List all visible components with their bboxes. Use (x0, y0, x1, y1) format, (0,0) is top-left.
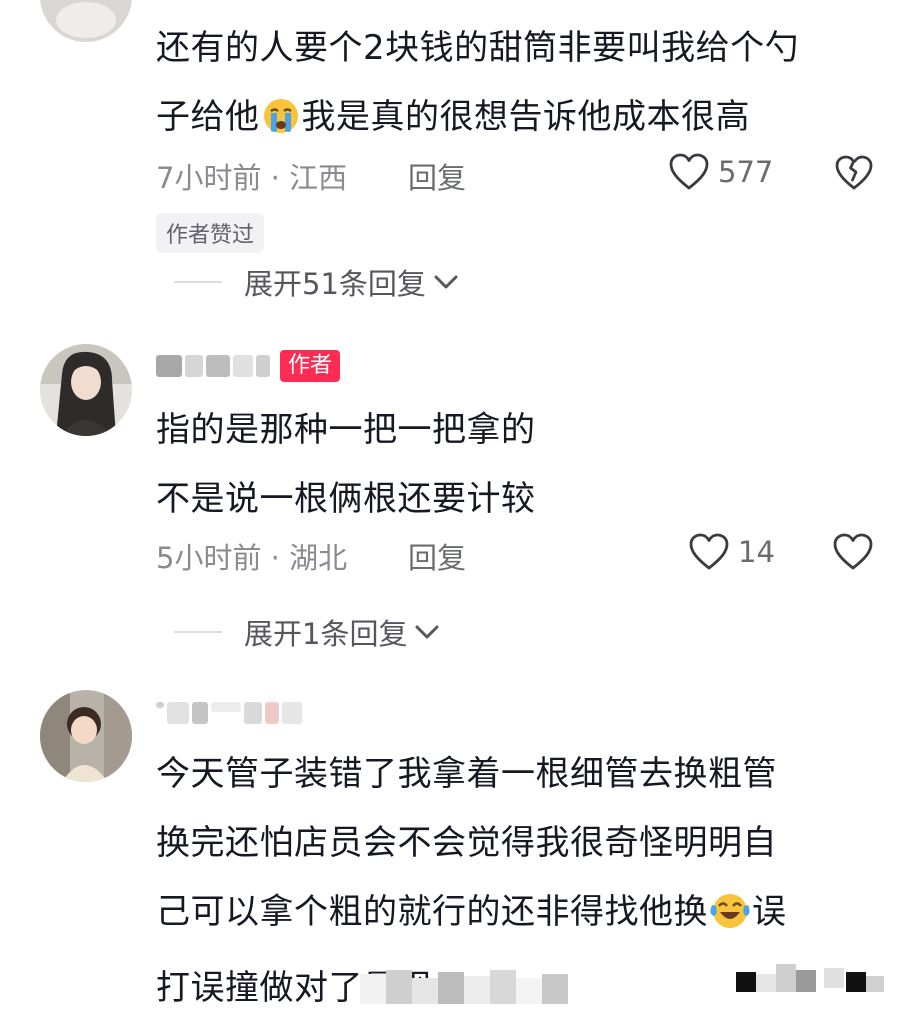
username-row (156, 702, 302, 724)
dislike-button[interactable] (834, 154, 874, 192)
username-pixelated[interactable] (156, 702, 302, 724)
meta-separator: · (261, 541, 290, 575)
like-count: 577 (718, 155, 774, 189)
comment-text: 还有的人要个2块钱的甜筒非要叫我给个勺 子给他 我是真的很想告诉他成本很高 (156, 14, 866, 159)
crying-emoji-icon (262, 90, 300, 159)
comment-text-line: 子给他 (156, 97, 260, 137)
broken-heart-icon (834, 154, 874, 192)
mosaic-watermark (736, 962, 886, 998)
comment-meta: 7小时前 · 江西 (156, 155, 347, 197)
laughing-crying-emoji-icon (710, 885, 750, 954)
comment-text-line: 今天管子装错了我拿着一根细管去换粗管 (156, 754, 777, 794)
reply-button[interactable]: 回复 (408, 155, 466, 197)
author-liked-tag: 作者赞过 (156, 213, 265, 253)
like-count: 14 (738, 535, 775, 569)
comment-text-line: 不是说一根俩根还要计较 (156, 479, 536, 519)
comment-location: 江西 (289, 161, 348, 195)
expand-replies-label: 展开51条回复 (244, 267, 426, 301)
author-badge: 作者 (280, 350, 341, 382)
expand-replies-button[interactable]: 展开1条回复 (174, 611, 441, 653)
heart-outline-icon (832, 532, 874, 572)
expand-replies-label: 展开1条回复 (244, 617, 408, 651)
comment-time: 7小时前 (156, 161, 262, 195)
avatar[interactable] (40, 690, 132, 782)
avatar[interactable] (40, 344, 132, 436)
heart-outline-icon (688, 532, 730, 572)
comment-text-line: 我是真的很想告诉他成本很高 (301, 97, 750, 137)
chevron-down-icon (413, 615, 441, 649)
comment-text-line: 误 (752, 892, 787, 932)
comment-text-line: 己可以拿个粗的就行的还非得找他换 (156, 892, 708, 932)
comment-time: 5小时前 (156, 541, 262, 575)
comment-meta: 5小时前 · 湖北 (156, 535, 347, 577)
dislike-button[interactable] (832, 532, 874, 572)
meta-separator: · (261, 161, 290, 195)
avatar[interactable] (40, 0, 132, 42)
expand-replies-button[interactable]: 展开51条回复 (174, 261, 460, 303)
comment-text-line: 指的是那种一把一把拿的 (156, 410, 536, 450)
username-row: 作者 (156, 350, 341, 382)
chevron-down-icon (432, 265, 460, 299)
reply-button[interactable]: 回复 (408, 535, 466, 577)
comment-text-line: 换完还怕店员会不会觉得我很奇怪明明自 (156, 823, 777, 863)
mosaic-watermark (360, 968, 590, 1008)
like-button[interactable]: 577 (668, 152, 773, 192)
comment-text: 指的是那种一把一把拿的 不是说一根俩根还要计较 (156, 396, 866, 534)
heart-outline-icon (668, 152, 710, 192)
divider-line (174, 281, 222, 283)
divider-line (174, 631, 222, 633)
username-pixelated[interactable] (156, 355, 270, 377)
comment-location: 湖北 (289, 541, 348, 575)
like-button[interactable]: 14 (688, 532, 775, 572)
comment-text-line: 还有的人要个2块钱的甜筒非要叫我给个勺 (156, 28, 800, 68)
